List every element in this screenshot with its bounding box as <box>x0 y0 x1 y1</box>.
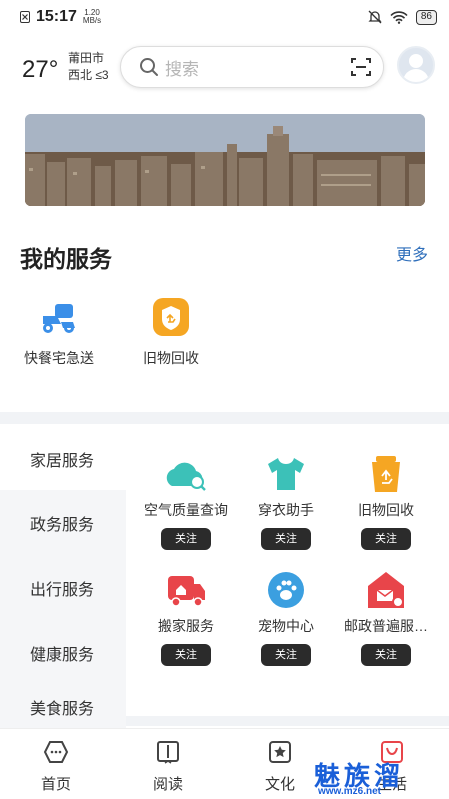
air-quality-icon <box>166 462 206 491</box>
grid-item-recycle[interactable]: 旧物回收 关注 <box>331 454 441 550</box>
category-food[interactable]: 美食服务 <box>0 685 126 728</box>
network-speed: 1.20 MB/s <box>82 8 102 25</box>
service-grid: 空气质量查询 关注 穿衣助手 关注 旧物回收 关注 搬家服务 关注 宠物中心 关… <box>126 424 449 728</box>
follow-button[interactable]: 关注 <box>261 528 311 550</box>
search-icon <box>140 58 158 76</box>
my-services-title: 我的服务 <box>20 246 112 272</box>
clock: 15:17 <box>36 8 77 25</box>
watermark-url: www.mz6.net <box>318 786 381 797</box>
battery-indicator: 86 <box>415 9 437 25</box>
location-weather[interactable]: 莆田市 西北 ≤3 <box>68 50 109 84</box>
culture-star-icon <box>269 741 291 763</box>
notification-icon <box>20 11 30 23</box>
delivery-scooter-icon <box>43 304 75 333</box>
tab-reading[interactable]: 阅读 <box>138 739 198 794</box>
search-placeholder: 搜索 <box>165 59 199 79</box>
follow-button[interactable]: 关注 <box>161 528 211 550</box>
tab-home[interactable]: 首页 <box>26 739 86 794</box>
category-health[interactable]: 健康服务 <box>0 620 126 686</box>
section-divider <box>0 412 449 424</box>
scan-icon[interactable] <box>351 57 371 77</box>
grid-item-moving[interactable]: 搬家服务 关注 <box>131 570 241 666</box>
follow-button[interactable]: 关注 <box>361 528 411 550</box>
wind-label: 西北 ≤3 <box>68 68 109 82</box>
service-delivery[interactable]: 快餐宅急送 <box>14 298 104 368</box>
category-government[interactable]: 政务服务 <box>0 490 126 556</box>
more-link[interactable]: 更多 <box>396 241 428 265</box>
mute-bell-icon <box>368 10 382 24</box>
header: 27° 莆田市 西北 ≤3 搜索 <box>0 44 449 92</box>
status-bar: 15:17 1.20 MB/s 86 <box>0 0 449 34</box>
temperature: 27° <box>22 56 59 83</box>
follow-button[interactable]: 关注 <box>161 644 211 666</box>
service-recycle[interactable]: 旧物回收 <box>126 298 216 368</box>
recycle-badge-icon <box>153 298 189 336</box>
city-skyline-image <box>25 114 425 206</box>
book-icon <box>157 741 179 764</box>
follow-button[interactable]: 关注 <box>361 644 411 666</box>
paw-icon <box>268 572 304 608</box>
category-home[interactable]: 家居服务 <box>0 426 126 492</box>
tshirt-icon <box>268 458 304 490</box>
city-banner[interactable] <box>25 114 425 206</box>
wifi-icon <box>390 10 408 24</box>
grid-item-pet[interactable]: 宠物中心 关注 <box>231 570 341 666</box>
category-travel[interactable]: 出行服务 <box>0 555 126 621</box>
grid-item-air-quality[interactable]: 空气质量查询 关注 <box>131 454 241 550</box>
follow-button[interactable]: 关注 <box>261 644 311 666</box>
search-bar[interactable]: 搜索 <box>120 46 384 88</box>
recycle-bin-icon <box>372 456 400 492</box>
category-sidebar: 家居服务 政务服务 出行服务 健康服务 美食服务 <box>0 424 126 728</box>
service-delivery-label: 快餐宅急送 <box>24 350 94 366</box>
home-icon <box>43 741 69 763</box>
grid-item-clothing[interactable]: 穿衣助手 关注 <box>231 454 341 550</box>
moving-truck-icon <box>168 576 205 607</box>
city-label: 莆田市 <box>68 51 105 65</box>
post-house-icon <box>368 572 404 608</box>
user-avatar-icon <box>403 54 429 82</box>
tab-culture[interactable]: 文化 <box>250 739 310 794</box>
avatar[interactable] <box>397 46 435 84</box>
grid-bottom-divider <box>126 716 449 726</box>
service-recycle-label: 旧物回收 <box>143 350 199 366</box>
grid-item-post[interactable]: 邮政普遍服… 关注 <box>331 570 441 666</box>
